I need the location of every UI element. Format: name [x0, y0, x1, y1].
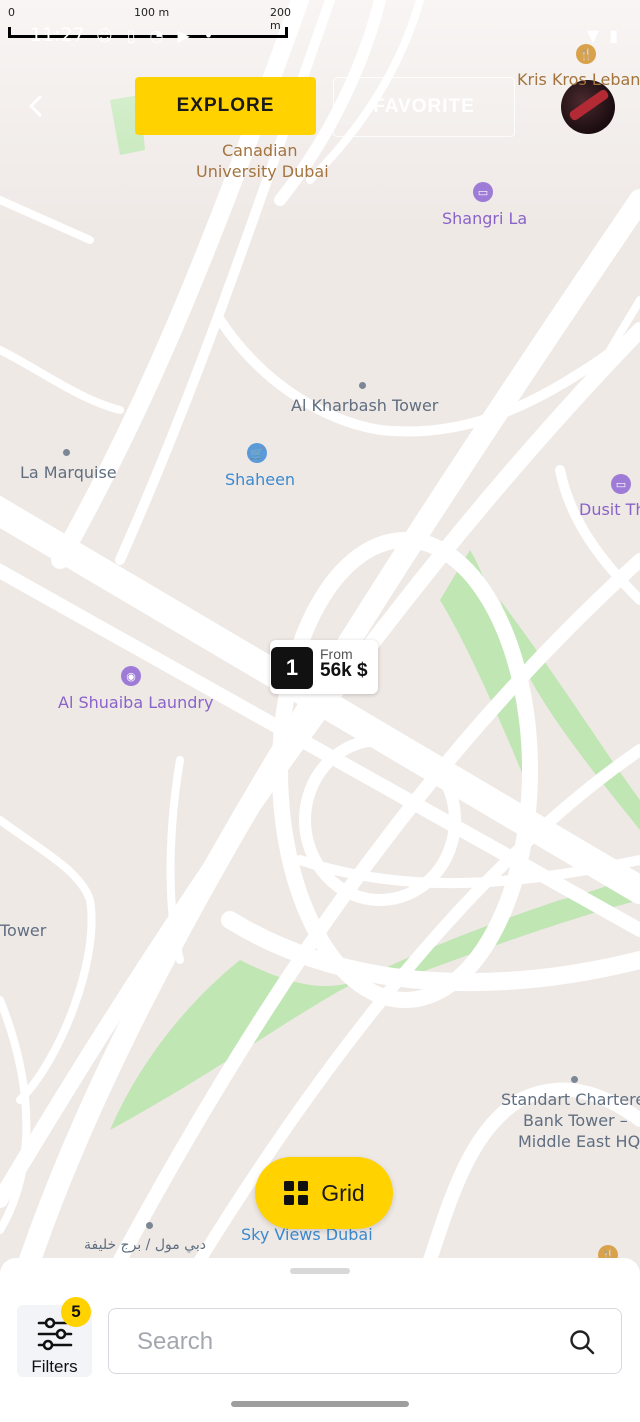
map-label-al-shuaiba-laundry[interactable]: Al Shuaiba Laundry	[58, 693, 213, 712]
map-label-la-marquise[interactable]: La Marquise	[20, 463, 117, 482]
youtube-icon: ▶	[177, 26, 190, 45]
grid-view-button[interactable]: Grid	[255, 1157, 393, 1229]
tab-favorite[interactable]: FAVORITE	[333, 77, 515, 137]
map-label-canadian-university-2[interactable]: University Dubai	[196, 162, 329, 181]
hotel-icon[interactable]: ▭	[611, 474, 631, 494]
bottom-sheet: 5 Filters	[0, 1258, 640, 1422]
sim-icon: ▯	[126, 26, 136, 45]
hotel-icon[interactable]: ▭	[473, 182, 493, 202]
tab-explore[interactable]: EXPLORE	[135, 77, 316, 135]
map-canvas[interactable]	[0, 0, 640, 1260]
scale-tick-0: 0	[8, 6, 15, 19]
poi-dot	[359, 382, 366, 389]
poi-dot	[63, 449, 70, 456]
system-icons: ▼ ▮	[587, 26, 618, 45]
status-time: 11:27	[30, 24, 85, 46]
status-notification-icons: ☺ ▯ ◔ ▶ •	[96, 26, 213, 45]
map-label-canadian-university-1[interactable]: Canadian	[222, 141, 297, 160]
grid-button-label: Grid	[321, 1179, 365, 1206]
map-label-standart-1[interactable]: Standart Chartere	[501, 1090, 640, 1109]
cast-icon: ◔	[149, 26, 164, 45]
cat-icon: ☺	[96, 26, 113, 45]
shopping-cart-icon[interactable]: 🛒	[247, 443, 267, 463]
filters-button[interactable]: 5 Filters	[17, 1297, 92, 1377]
property-price-marker[interactable]: 1 From 56k $	[270, 640, 378, 694]
home-indicator[interactable]	[231, 1401, 409, 1407]
map-label-standart-3[interactable]: Middle East HQ	[518, 1132, 640, 1151]
map-label-dusit[interactable]: Dusit Th	[579, 500, 640, 519]
search-input[interactable]	[135, 1323, 539, 1361]
map-label-shaheen[interactable]: Shaheen	[225, 470, 295, 489]
poi-dot	[146, 1222, 153, 1229]
map-label-tower[interactable]: Tower	[0, 921, 46, 940]
grid-icon	[284, 1181, 309, 1205]
poi-dot	[571, 1076, 578, 1083]
filters-label: Filters	[31, 1357, 78, 1376]
chevron-left-icon	[29, 95, 42, 117]
map-label-standart-2[interactable]: Bank Tower –	[523, 1111, 628, 1130]
map-label-al-kharbash-tower[interactable]: Al Kharbash Tower	[291, 396, 438, 415]
search-box[interactable]	[108, 1308, 622, 1374]
restaurant-icon[interactable]: 🍴	[576, 44, 596, 64]
scale-tick-100: 100 m	[134, 6, 170, 19]
laundry-icon[interactable]: ◉	[121, 666, 141, 686]
marker-count: 1	[271, 647, 313, 689]
map-label-dubai-mall-arabic[interactable]: دبي مول / برج خليفة	[84, 1237, 206, 1253]
filters-count-badge: 5	[61, 1297, 91, 1327]
map-label-shangri-la[interactable]: Shangri La	[442, 209, 527, 228]
battery-icon: ▮	[609, 26, 618, 45]
search-icon[interactable]	[569, 1329, 595, 1355]
back-button[interactable]	[20, 86, 52, 126]
wifi-icon: ▼	[586, 26, 600, 45]
marker-price: 56k $	[320, 660, 368, 681]
dot-icon: •	[203, 26, 214, 45]
sheet-drag-handle[interactable]	[290, 1268, 350, 1274]
map-label-kris-kros[interactable]: Kris Kros Lebane	[517, 70, 640, 89]
